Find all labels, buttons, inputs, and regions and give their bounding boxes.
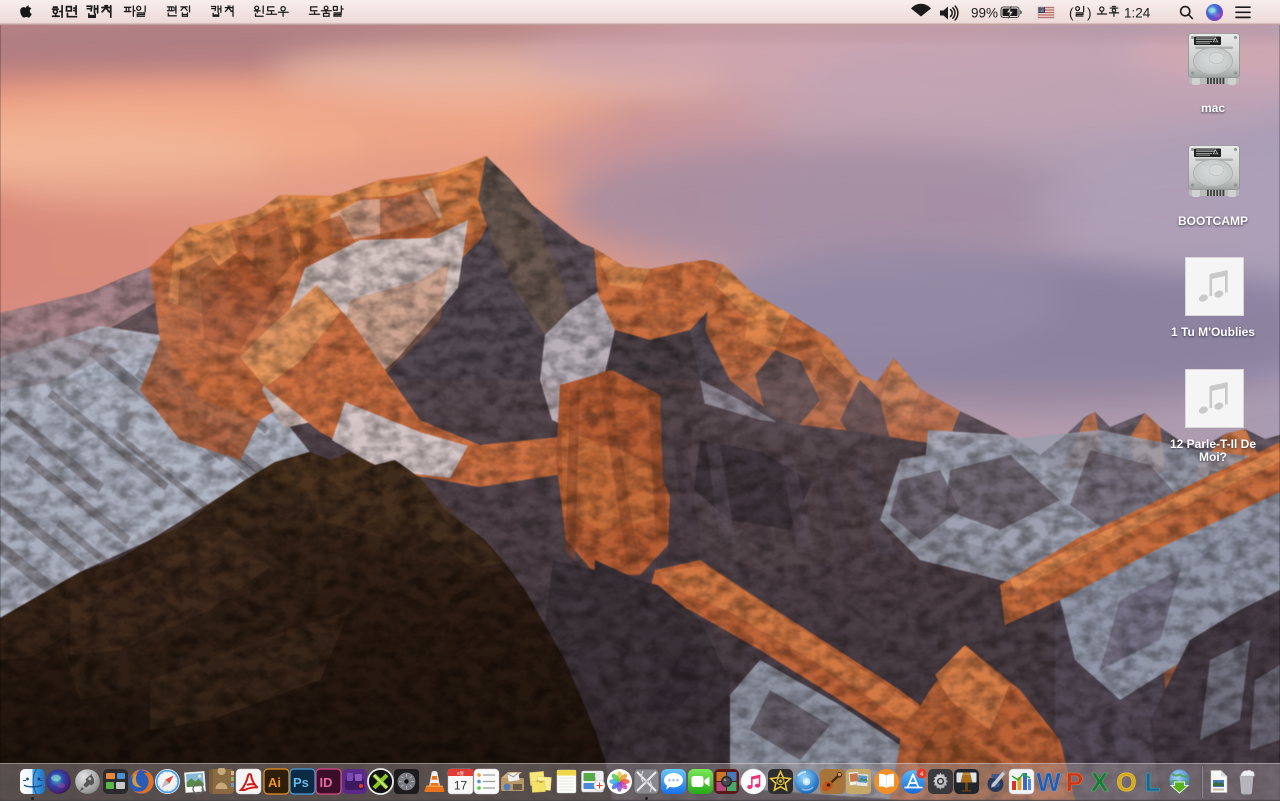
svg-text:(: (: [1069, 6, 1074, 21]
svg-text:1:24: 1:24: [1124, 6, 1151, 21]
svg-text:ID: ID: [320, 775, 333, 790]
svg-text:L: L: [1144, 768, 1160, 795]
svg-text:6월: 6월: [457, 770, 464, 777]
svg-text:Ps: Ps: [293, 775, 309, 790]
svg-text:): ): [1087, 6, 1092, 21]
svg-text:W: W: [1036, 768, 1061, 795]
svg-text:17: 17: [453, 779, 467, 793]
svg-text:X: X: [1091, 768, 1109, 795]
svg-text:P: P: [1065, 768, 1082, 795]
svg-text:4: 4: [920, 771, 924, 778]
svg-text:Plan: Plan: [536, 780, 543, 784]
svg-text:Ai: Ai: [268, 775, 281, 790]
svg-text:O: O: [1116, 768, 1136, 795]
svg-text:99%: 99%: [971, 6, 998, 21]
